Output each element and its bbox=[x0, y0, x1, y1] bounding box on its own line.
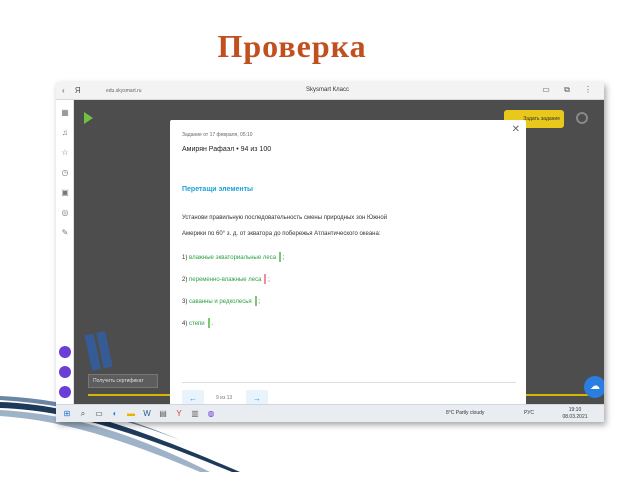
task-view-icon[interactable]: ▭ bbox=[94, 409, 104, 419]
weather-widget[interactable]: 8°C Partly cloudy bbox=[446, 410, 484, 416]
answer-item[interactable]: 4) степи . bbox=[182, 318, 213, 330]
answer-number: 1) bbox=[182, 255, 188, 261]
browser-sidebar: ▦ ♫ ☆ ◷ ▣ ◎ ✎ bbox=[56, 100, 74, 404]
answer-suffix: ; bbox=[258, 299, 260, 305]
yandex-browser-icon[interactable]: Y bbox=[174, 409, 184, 419]
chat-bubble-icon[interactable]: ☁ bbox=[584, 376, 604, 398]
input-language[interactable]: РУС bbox=[524, 410, 534, 416]
answer-item[interactable]: 1) влажные экваториальные леса ; bbox=[182, 252, 284, 264]
answer-term: саванны и редколесья bbox=[189, 299, 252, 305]
answer-suffix: ; bbox=[282, 255, 285, 261]
collections-icon[interactable]: ▣ bbox=[60, 188, 70, 198]
search-icon[interactable]: ⌕ bbox=[78, 409, 88, 419]
assistant-icon[interactable] bbox=[59, 386, 71, 398]
answer-suffix: ; bbox=[268, 277, 270, 283]
answer-term: степи bbox=[189, 321, 205, 327]
result-modal: ✕ Задание от 17 февраля, 05:10 Амирян Ра… bbox=[170, 120, 526, 420]
modal-divider bbox=[182, 382, 516, 383]
tab-title: Skysmart Класс bbox=[306, 87, 350, 93]
file-explorer-icon[interactable]: ▬ bbox=[126, 409, 136, 419]
answer-term: влажные экваториальные леса bbox=[189, 255, 277, 261]
correct-mark bbox=[279, 252, 282, 263]
clock-date: 08.03.2021 bbox=[562, 414, 588, 420]
windows-start-icon[interactable]: ⊞ bbox=[62, 409, 72, 419]
instruction-line: Установи правильную последовательность с… bbox=[182, 215, 388, 221]
pagination-label: 9 из 13 bbox=[216, 395, 233, 401]
clock-time: 19:10 bbox=[568, 407, 582, 413]
store-icon[interactable]: ▤ bbox=[158, 409, 168, 419]
answer-item[interactable]: 2) переменно-влажные леса ; bbox=[182, 274, 270, 286]
answer-term: переменно-влажные леса bbox=[189, 277, 262, 283]
answer-number: 3) bbox=[182, 299, 188, 305]
address-bar[interactable]: edu.skysmart.ru bbox=[106, 86, 176, 96]
windows-taskbar: ⊞ ⌕ ▭ ◐ ▬ W ▤ Y ▥ ◍ 8°C Partly cloudy РУ… bbox=[56, 404, 604, 422]
correct-mark bbox=[207, 318, 210, 329]
alice-icon[interactable] bbox=[59, 346, 71, 358]
certificate-button[interactable]: Получить сертификат bbox=[88, 374, 158, 388]
answer-item[interactable]: 3) саванны и редколесья ; bbox=[182, 296, 260, 308]
decorative-books-icon bbox=[84, 329, 122, 371]
user-icon[interactable] bbox=[576, 112, 588, 124]
edge-icon[interactable]: ◐ bbox=[110, 409, 120, 419]
wrong-mark bbox=[264, 274, 267, 285]
notes-icon[interactable]: ✎ bbox=[60, 228, 70, 238]
messenger-icon[interactable] bbox=[59, 366, 71, 378]
close-icon[interactable]: ✕ bbox=[512, 124, 520, 135]
star-icon[interactable]: ☆ bbox=[60, 148, 70, 158]
grid-icon[interactable]: ▦ bbox=[60, 108, 70, 118]
task-meta: Задание от 17 февраля, 05:10 bbox=[182, 132, 253, 138]
screenshot-frame: ‹ Я edu.skysmart.ru Skysmart Класс ▭ ⧉ ⋮… bbox=[56, 82, 604, 422]
skysmart-logo-icon bbox=[84, 112, 93, 124]
messenger-app-icon[interactable]: ◍ bbox=[206, 409, 216, 419]
answer-suffix: . bbox=[211, 321, 213, 327]
slide-title: Проверка bbox=[217, 28, 367, 64]
task-instruction: Установи правильную последовательность с… bbox=[182, 210, 522, 242]
download-icon[interactable]: ◎ bbox=[60, 208, 70, 218]
history-icon[interactable]: ◷ bbox=[60, 168, 70, 178]
browser-nav-buttons[interactable]: ‹ Я bbox=[62, 86, 85, 95]
word-icon[interactable]: W bbox=[142, 409, 152, 419]
browser-toolbar: ‹ Я edu.skysmart.ru Skysmart Класс ▭ ⧉ ⋮ bbox=[56, 82, 604, 100]
site-background: Задать задание Получить сертификат ☁ ✕ З… bbox=[74, 100, 604, 420]
task-type: Перетащи элементы bbox=[182, 186, 254, 193]
correct-mark bbox=[254, 296, 257, 307]
instruction-line: Америки по 60° з. д. от экватора до побе… bbox=[182, 231, 381, 237]
window-controls[interactable]: ▭ ⧉ ⋮ bbox=[542, 85, 598, 95]
student-score: Амирян Рафаэл • 94 из 100 bbox=[182, 146, 272, 153]
app-icon[interactable]: ▥ bbox=[190, 409, 200, 419]
bell-icon[interactable]: ♫ bbox=[60, 128, 70, 138]
answer-number: 2) bbox=[182, 277, 188, 283]
clock[interactable]: 19:10 08.03.2021 bbox=[562, 407, 588, 421]
answer-number: 4) bbox=[182, 321, 188, 327]
